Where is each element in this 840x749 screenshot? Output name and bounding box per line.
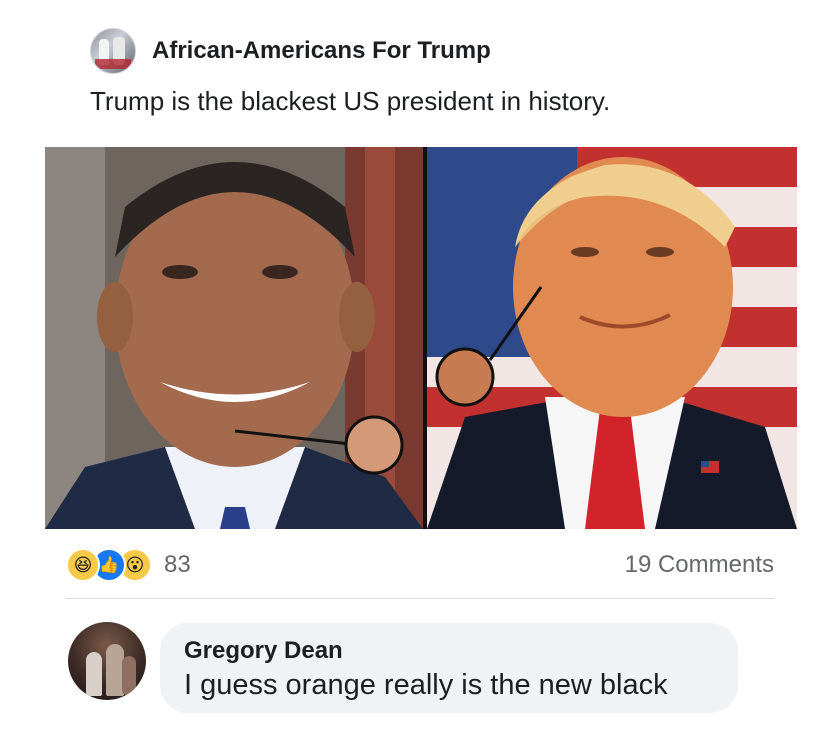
page-avatar[interactable] xyxy=(90,28,136,74)
comments-count-link[interactable]: 19 Comments xyxy=(625,551,774,579)
reactions-summary[interactable]: 😆 👍 😮 83 xyxy=(66,548,191,582)
reaction-count[interactable]: 83 xyxy=(164,551,191,579)
right-skin-swatch xyxy=(435,347,495,407)
haha-reaction-icon: 😆 xyxy=(66,548,100,582)
left-skin-swatch xyxy=(344,415,404,475)
divider xyxy=(66,598,774,599)
commenter-name[interactable]: Gregory Dean xyxy=(184,637,343,665)
page-name[interactable]: African-Americans For Trump xyxy=(152,37,491,65)
comment-text: I guess orange really is the new black xyxy=(184,669,668,701)
post-text: Trump is the blackest US president in hi… xyxy=(90,86,611,116)
post-image[interactable] xyxy=(45,147,797,529)
commenter-avatar[interactable] xyxy=(68,622,146,700)
comment-bubble: Gregory Dean I guess orange really is th… xyxy=(160,623,738,713)
post-header: African-Americans For Trump xyxy=(90,28,491,74)
